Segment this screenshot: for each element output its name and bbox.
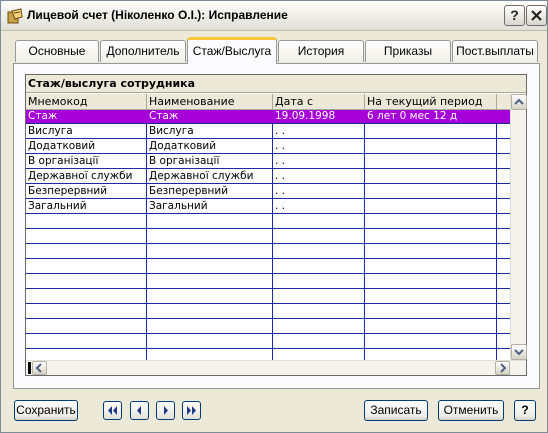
table-cell-mnemocode: Безперервний xyxy=(28,185,108,197)
scroll-down-button[interactable] xyxy=(511,344,527,360)
vertical-scrollbar[interactable] xyxy=(510,94,527,360)
table-row-empty xyxy=(26,320,510,334)
table-cell-date-from: 19.09.1998 xyxy=(275,110,336,122)
save-button[interactable]: Сохранить xyxy=(14,400,78,421)
dialog-window: Лицевой счет (Ніколенко О.І.): Исправлен… xyxy=(0,0,548,433)
table-row[interactable]: Додатковий Додатковий . . xyxy=(26,140,510,154)
scroll-left-button[interactable] xyxy=(32,361,47,375)
next-record-icon xyxy=(164,406,168,415)
table-cell-mnemocode: Державної служби xyxy=(28,170,133,182)
next-record-button[interactable] xyxy=(156,401,175,420)
column-header-mnemocode[interactable]: Мнемокод xyxy=(26,94,147,109)
column-header-date-from[interactable]: Дата с xyxy=(273,94,365,109)
table-cell-current xyxy=(365,140,495,154)
table-row[interactable]: Безперервний Безперервний . . xyxy=(26,185,510,199)
table-row[interactable]: В організації В організації . . xyxy=(26,155,510,169)
table-cell-date-from: . . xyxy=(275,140,286,152)
help-title-button[interactable]: ? xyxy=(504,5,525,26)
write-button[interactable]: Записать xyxy=(364,400,428,421)
last-record-icon xyxy=(187,406,196,415)
table-row-empty xyxy=(26,305,510,319)
tab-dopolnitelnye[interactable]: Дополнитель xyxy=(100,40,186,62)
table-cell-mnemocode: В організації xyxy=(28,155,99,167)
table-cell-current xyxy=(365,185,495,199)
tab-stazh-vysluga[interactable]: Стаж/Выслуга xyxy=(187,37,277,64)
table-cell-date-from: . . xyxy=(275,170,286,182)
table-cell-name: Стаж xyxy=(149,110,179,122)
table-cell-current xyxy=(365,155,495,169)
table-row-empty xyxy=(26,215,510,229)
table-row-empty xyxy=(26,275,510,289)
table-cell-date-from: . . xyxy=(275,200,286,212)
table-cell-name: Загальний xyxy=(149,200,208,212)
horizontal-scrollbar[interactable] xyxy=(26,360,526,375)
table-cell-name: Вислуга xyxy=(149,125,194,137)
chevron-left-icon xyxy=(35,363,42,373)
table-row[interactable]: Загальний Загальний . . xyxy=(26,200,510,214)
table-cell-date-from: . . xyxy=(275,185,286,197)
chevron-right-icon xyxy=(500,363,507,373)
table-cell-name: Безперервний xyxy=(149,185,229,197)
app-icon xyxy=(7,8,23,24)
prev-record-button[interactable] xyxy=(130,401,149,420)
close-button[interactable] xyxy=(526,5,547,26)
first-record-button[interactable] xyxy=(103,401,122,420)
scroll-right-button[interactable] xyxy=(495,361,510,375)
tab-prikazy[interactable]: Приказы xyxy=(365,40,451,62)
table-cell-mnemocode: Вислуга xyxy=(28,125,73,137)
tab-istoriya[interactable]: История xyxy=(278,40,364,62)
table-cell-mnemocode: Додатковий xyxy=(28,140,96,152)
table-cell-date-from: . . xyxy=(275,155,286,167)
close-icon xyxy=(531,10,542,21)
tab-post-vyplaty[interactable]: Пост.выплаты xyxy=(452,40,538,62)
column-header-current-period[interactable]: На текущий период xyxy=(365,94,497,109)
table-cell-mnemocode: Стаж xyxy=(28,110,58,122)
cancel-button[interactable]: Отменить xyxy=(438,400,504,421)
table-row-empty xyxy=(26,245,510,259)
column-header-name[interactable]: Наименование xyxy=(147,94,273,109)
table-cell-date-from: . . xyxy=(275,125,286,137)
table-row-empty xyxy=(26,290,510,304)
table-cell-current xyxy=(365,125,495,139)
window-title: Лицевой счет (Ніколенко О.І.): Исправлен… xyxy=(27,8,288,22)
seniority-grid[interactable]: Стаж/выслуга сотрудника Мнемокод Наимено… xyxy=(25,74,527,376)
table-cell-current xyxy=(365,200,495,214)
table-row[interactable]: Державної служби Державної служби . . xyxy=(26,170,510,184)
table-cell-name: Додатковий xyxy=(149,140,217,152)
prev-record-icon xyxy=(137,406,141,415)
scroll-thumb[interactable] xyxy=(28,362,31,374)
help-button[interactable]: ? xyxy=(514,400,536,421)
chevron-down-icon xyxy=(514,349,524,356)
grid-header: Мнемокод Наименование Дата с На текущий … xyxy=(26,94,510,110)
table-cell-current: 6 лет 0 мес 12 д xyxy=(367,110,458,122)
first-record-icon xyxy=(108,406,117,415)
table-row[interactable]: Стаж Стаж 19.09.1998 6 лет 0 мес 12 д xyxy=(26,110,510,124)
table-row-empty xyxy=(26,260,510,274)
grid-caption: Стаж/выслуга сотрудника xyxy=(26,75,526,93)
table-cell-current xyxy=(365,170,495,184)
table-cell-name: Державної служби xyxy=(149,170,254,182)
table-row[interactable]: Вислуга Вислуга . . xyxy=(26,125,510,139)
chevron-up-icon xyxy=(514,98,524,105)
tab-osnovnye[interactable]: Основные xyxy=(15,40,99,62)
table-cell-mnemocode: Загальний xyxy=(28,200,87,212)
table-row-empty xyxy=(26,230,510,244)
table-row-empty xyxy=(26,335,510,349)
grid-body: Стаж Стаж 19.09.1998 6 лет 0 мес 12 д Вислуг… xyxy=(26,110,510,360)
title-bar[interactable]: Лицевой счет (Ніколенко О.І.): Исправлен… xyxy=(1,1,547,31)
scroll-up-button[interactable] xyxy=(511,94,527,110)
last-record-button[interactable] xyxy=(182,401,201,420)
table-cell-name: В організації xyxy=(149,155,220,167)
